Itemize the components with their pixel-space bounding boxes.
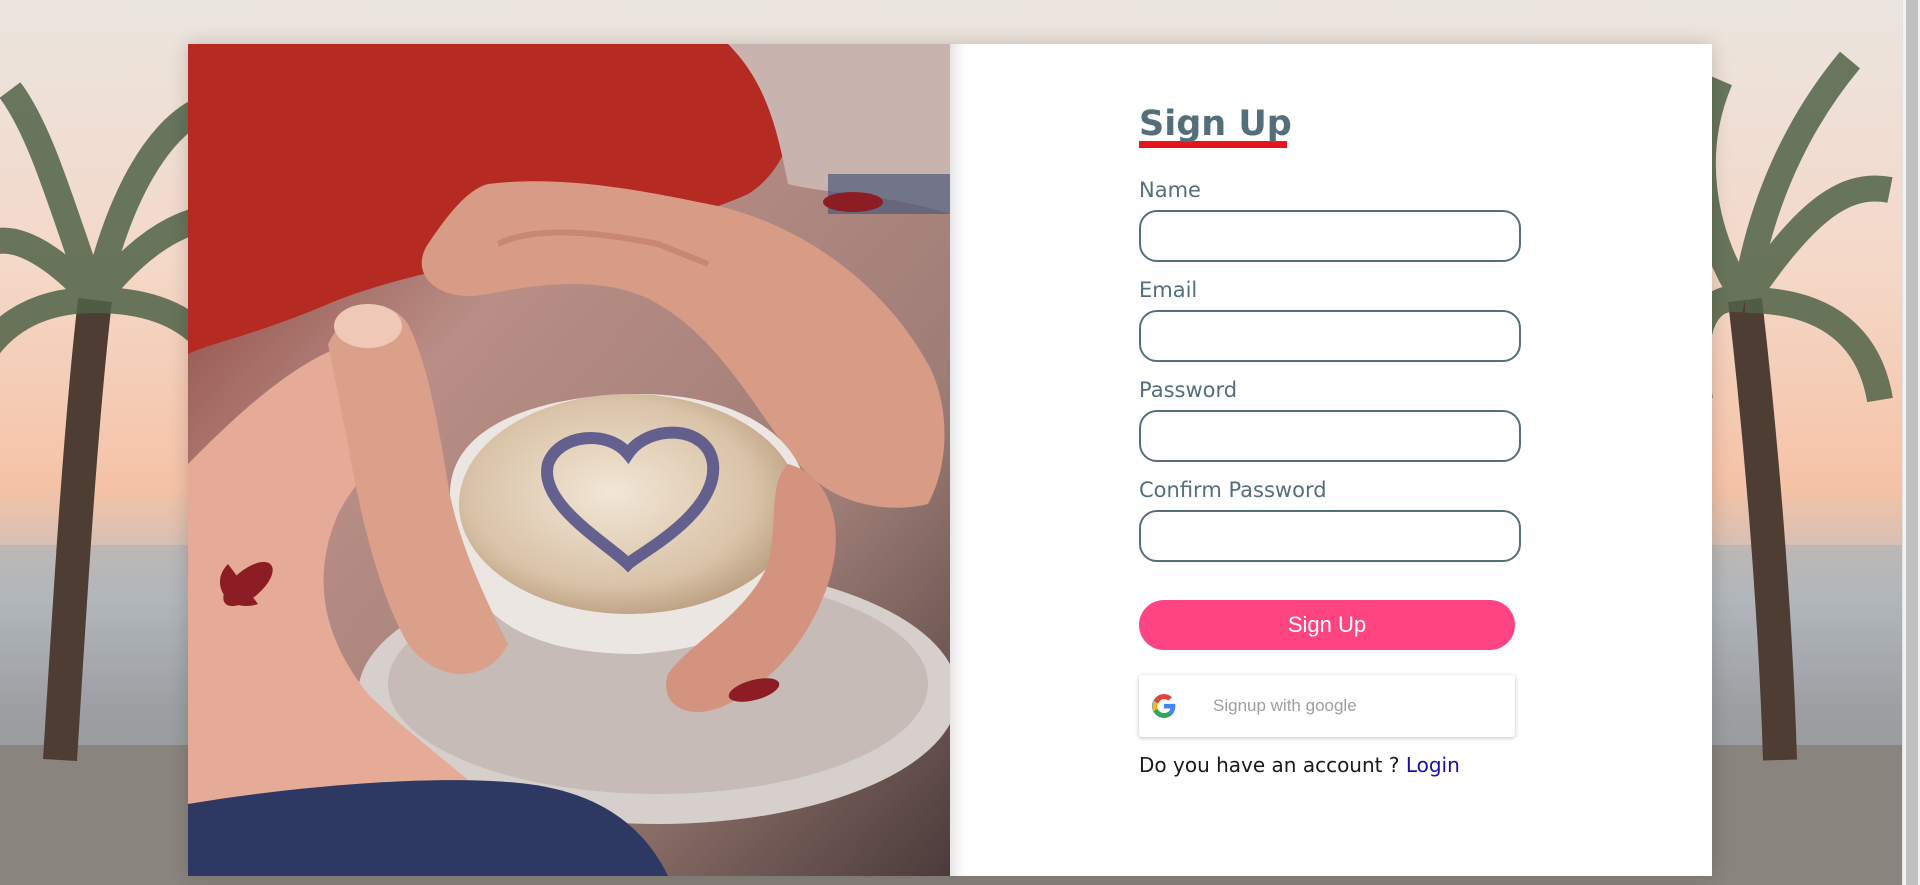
account-prompt-text: Do you have an account ? bbox=[1139, 753, 1400, 777]
signup-form-panel: Sign Up Name Email Password Confirm Pass… bbox=[950, 44, 1712, 876]
password-label: Password bbox=[1139, 378, 1238, 402]
name-input[interactable] bbox=[1139, 210, 1521, 262]
name-label: Name bbox=[1139, 178, 1201, 202]
confirm-password-label: Confirm Password bbox=[1139, 478, 1327, 502]
confirm-password-input[interactable] bbox=[1139, 510, 1521, 562]
scrollbar-thumb[interactable] bbox=[1906, 0, 1918, 885]
google-icon bbox=[1151, 693, 1177, 719]
email-label: Email bbox=[1139, 278, 1198, 302]
signup-card: Sign Up Name Email Password Confirm Pass… bbox=[188, 44, 1712, 876]
google-signup-button[interactable]: Signup with google bbox=[1139, 675, 1515, 737]
hero-photo bbox=[188, 44, 950, 876]
signup-form: Sign Up Name Email Password Confirm Pass… bbox=[1139, 104, 1525, 777]
password-input[interactable] bbox=[1139, 410, 1521, 462]
latte-hands-illustration bbox=[188, 44, 950, 876]
login-link[interactable]: Login bbox=[1406, 753, 1460, 777]
page-title-text: Sign Up bbox=[1139, 104, 1292, 144]
login-prompt: Do you have an account ? Login bbox=[1139, 753, 1525, 777]
page-title: Sign Up bbox=[1139, 104, 1292, 152]
scrollbar-track[interactable] bbox=[1902, 0, 1920, 885]
email-input[interactable] bbox=[1139, 310, 1521, 362]
google-signup-label: Signup with google bbox=[1213, 696, 1357, 715]
sign-up-button[interactable]: Sign Up bbox=[1139, 600, 1515, 650]
